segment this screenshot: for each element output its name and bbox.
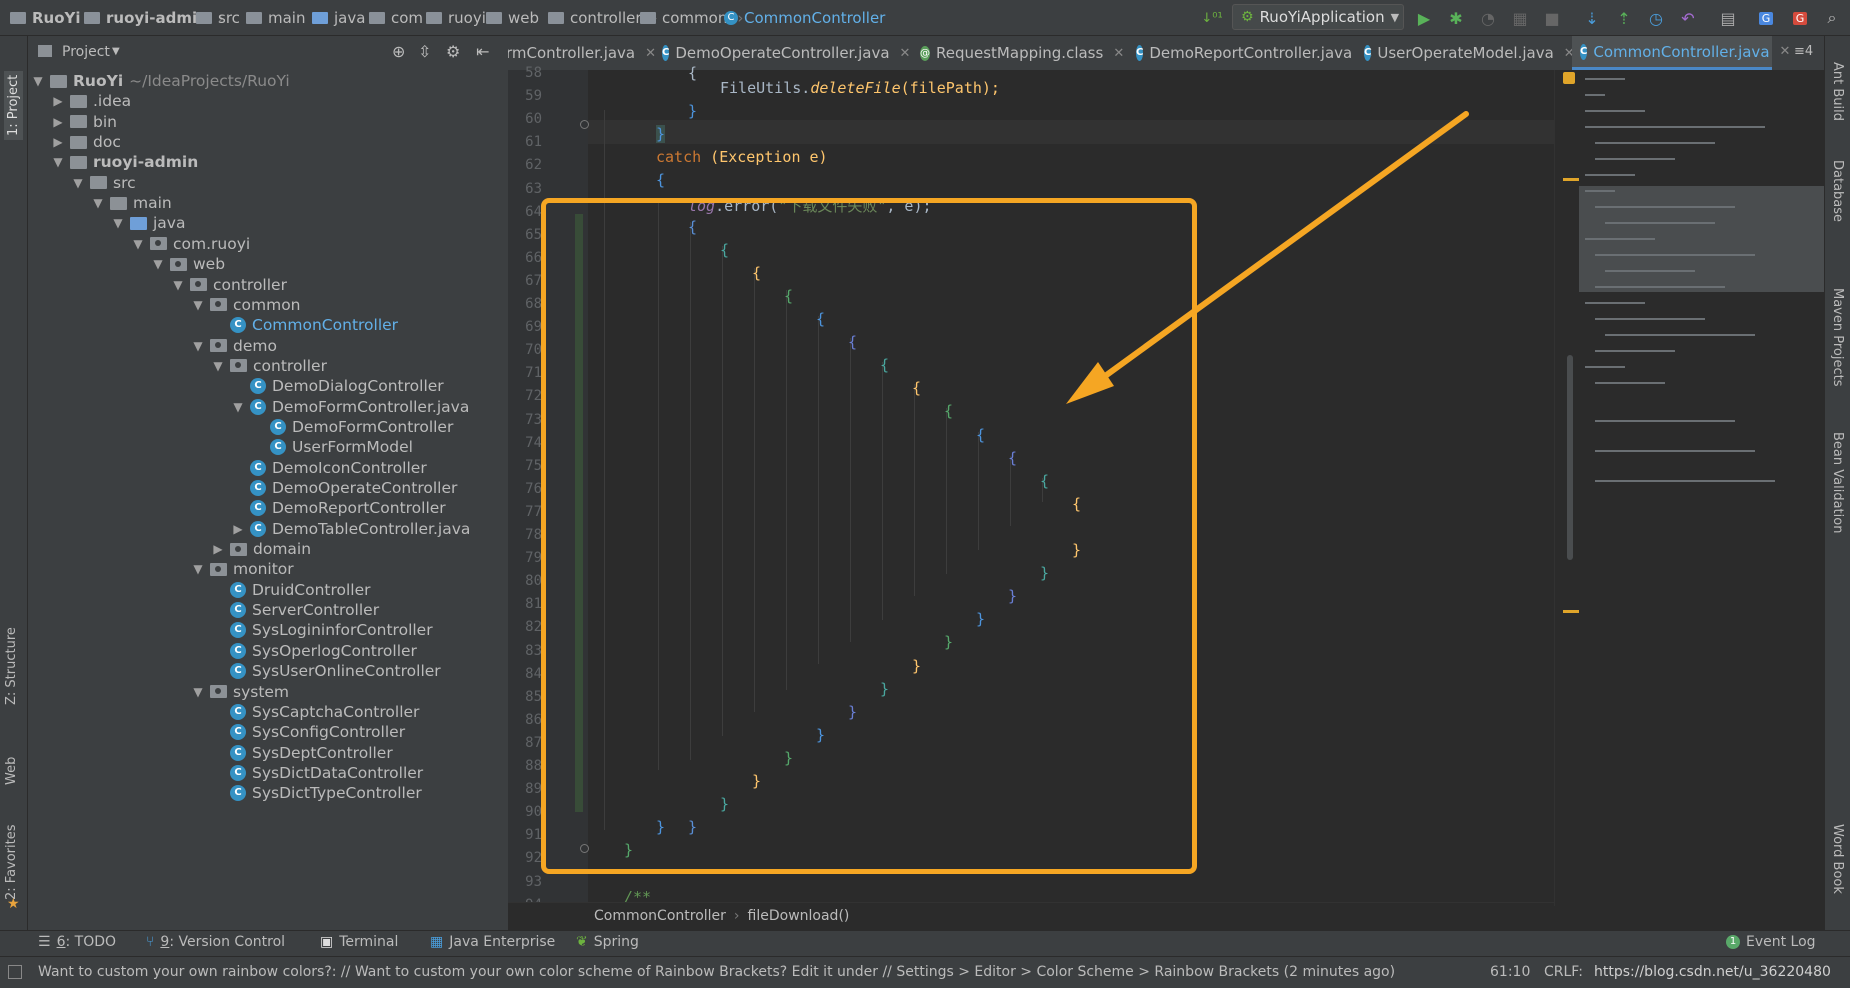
annotation-arrow [1066,111,1469,404]
